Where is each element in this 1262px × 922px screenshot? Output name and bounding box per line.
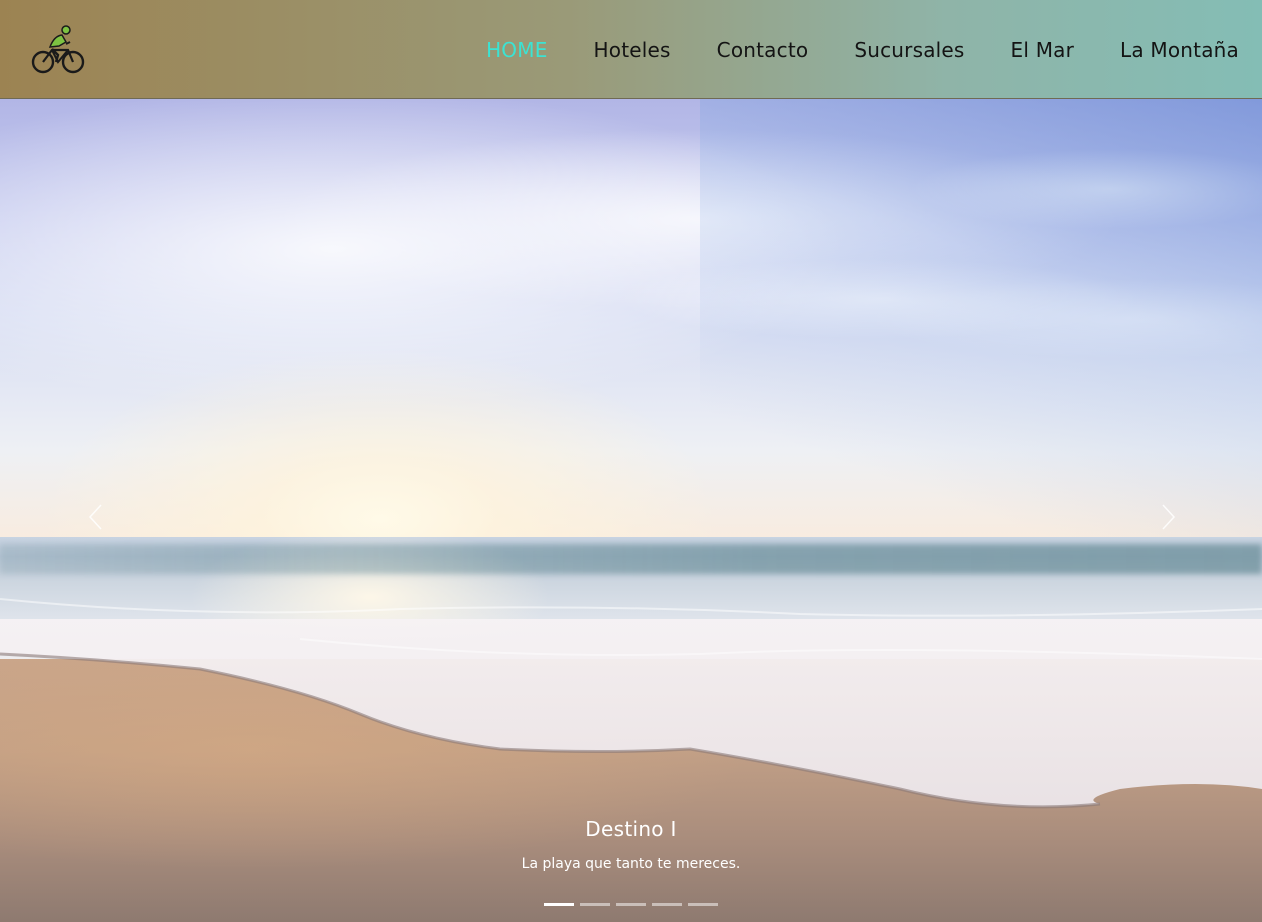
- nav-link-la-montana[interactable]: La Montaña: [1097, 38, 1262, 62]
- nav-link-el-mar[interactable]: El Mar: [988, 38, 1098, 62]
- nav-link-home[interactable]: HOME: [463, 38, 570, 62]
- nav-link-contacto[interactable]: Contacto: [694, 38, 832, 62]
- chevron-left-icon[interactable]: [82, 502, 112, 532]
- carousel-indicator-5[interactable]: [688, 903, 718, 906]
- carousel-indicator-3[interactable]: [616, 903, 646, 906]
- slide-title: Destino I: [585, 817, 677, 841]
- hero-carousel: Destino I La playa que tanto te mereces.: [0, 99, 1262, 922]
- carousel-indicator-4[interactable]: [652, 903, 682, 906]
- chevron-right-icon[interactable]: [1152, 502, 1182, 532]
- cyclist-logo-icon[interactable]: [30, 22, 86, 76]
- nav-links: HOME Hoteles Contacto Sucursales El Mar …: [463, 0, 1262, 99]
- carousel-indicators: [0, 903, 1262, 906]
- nav-link-hoteles[interactable]: Hoteles: [571, 38, 694, 62]
- carousel-indicator-1[interactable]: [544, 903, 574, 906]
- navbar: HOME Hoteles Contacto Sucursales El Mar …: [0, 0, 1262, 99]
- carousel-indicator-2[interactable]: [580, 903, 610, 906]
- slide-caption: La playa que tanto te mereces.: [521, 856, 741, 872]
- nav-link-sucursales[interactable]: Sucursales: [831, 38, 987, 62]
